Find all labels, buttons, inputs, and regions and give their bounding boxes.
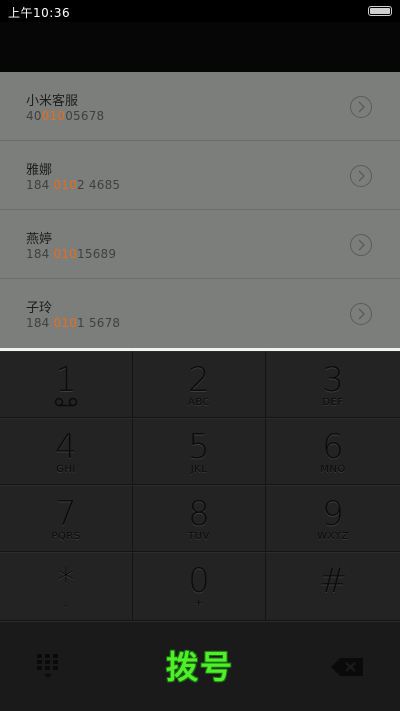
key-star[interactable]: * , xyxy=(0,552,133,621)
key-3[interactable]: 3 DEF xyxy=(266,351,400,418)
dial-button[interactable]: 拨号 xyxy=(140,640,260,690)
number-match-highlight: 010 xyxy=(53,178,78,192)
chevron-right-icon[interactable] xyxy=(350,303,372,325)
chevron-right-icon[interactable] xyxy=(350,165,372,187)
contact-number: 4001005678 xyxy=(26,109,105,123)
contact-number: 184 0101 5678 xyxy=(26,316,121,330)
key-7[interactable]: 7 PQRS xyxy=(0,485,133,552)
key-2[interactable]: 2 ABC xyxy=(133,351,266,418)
key-8[interactable]: 8 TUV xyxy=(133,485,266,552)
key-hash[interactable]: # xyxy=(266,552,400,621)
dialpad-icon[interactable] xyxy=(28,646,68,686)
key-6[interactable]: 6 MNO xyxy=(266,418,400,485)
status-time: 上午10:36 xyxy=(8,6,71,20)
voicemail-icon xyxy=(54,397,78,407)
backspace-icon[interactable] xyxy=(325,650,371,684)
search-results-list: 小米客服 4001005678 雅娜 184 0102 4685 燕婷 184 … xyxy=(0,72,400,348)
contact-number: 184 0102 4685 xyxy=(26,178,121,192)
header-bar xyxy=(0,22,400,72)
dial-keypad: 1 2 ABC 3 DEF 4 GHI 5 JKL 6 MNO 7 PQRS 8… xyxy=(0,351,400,621)
contact-number: 184 01015689 xyxy=(26,247,117,261)
chevron-right-icon[interactable] xyxy=(350,234,372,256)
dial-label: 拨号 xyxy=(165,648,234,686)
key-4[interactable]: 4 GHI xyxy=(0,418,133,485)
key-5[interactable]: 5 JKL xyxy=(133,418,266,485)
contact-name: 小米客服 xyxy=(26,94,79,109)
number-match-highlight: 010 xyxy=(53,316,78,330)
status-bar: 上午10:36 xyxy=(0,0,400,22)
contact-row[interactable]: 小米客服 4001005678 xyxy=(0,72,400,141)
number-match-highlight: 010 xyxy=(41,109,66,123)
contact-name: 燕婷 xyxy=(26,232,53,247)
chevron-right-icon[interactable] xyxy=(350,96,372,118)
number-match-highlight: 010 xyxy=(53,247,78,261)
contact-name: 雅娜 xyxy=(26,163,53,178)
key-0[interactable]: 0 + xyxy=(133,552,266,621)
key-9[interactable]: 9 WXYZ xyxy=(266,485,400,552)
contact-name: 子玲 xyxy=(26,301,53,316)
contact-row[interactable]: 雅娜 184 0102 4685 xyxy=(0,141,400,210)
contact-row[interactable]: 子玲 184 0101 5678 xyxy=(0,279,400,348)
key-1[interactable]: 1 xyxy=(0,351,133,418)
dialer-action-bar: 拨号 xyxy=(0,621,400,711)
contact-row[interactable]: 燕婷 184 01015689 xyxy=(0,210,400,279)
battery-icon xyxy=(368,6,392,16)
